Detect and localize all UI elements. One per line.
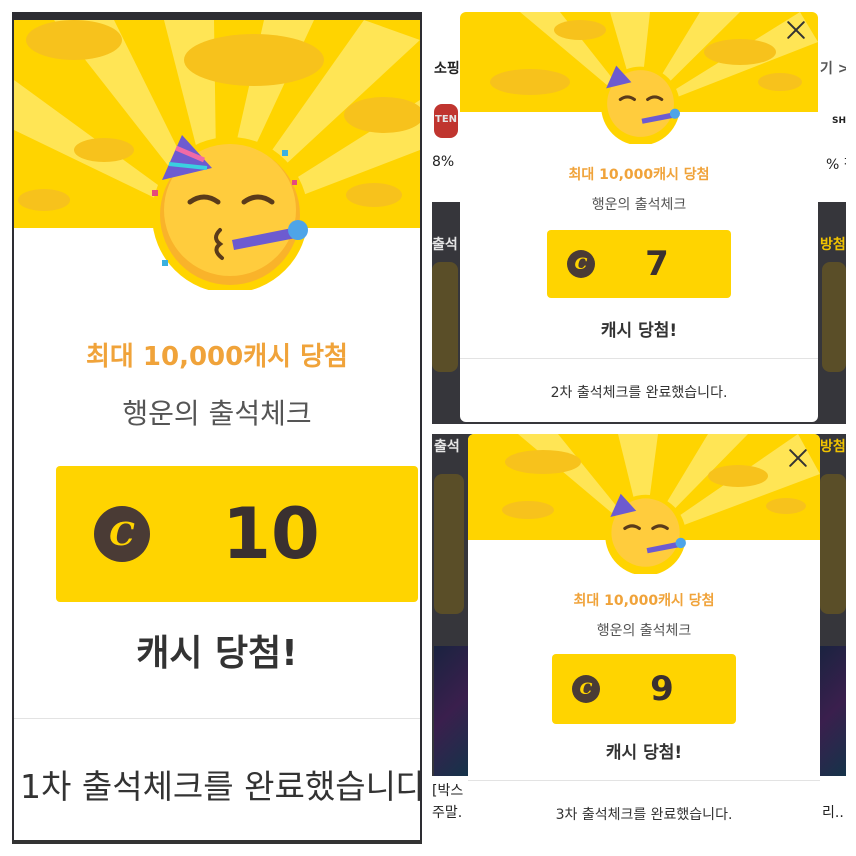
party-face-icon xyxy=(600,486,688,576)
modal-divider xyxy=(14,718,420,719)
modal-subtitle: 최대 10,000캐시 당첨 xyxy=(573,593,715,609)
bg-thumbnail-right xyxy=(820,646,846,776)
bg-yellow-card xyxy=(432,262,458,372)
bg-thumbnail-left xyxy=(434,646,468,776)
modal-title: 행운의 출석체크 xyxy=(596,623,692,639)
bg-lower-left: [박스 xyxy=(432,783,464,799)
screenshot-panel-2: 소핑 기 > TEN SH P 8% % 적 출석 방첨! xyxy=(432,12,846,424)
bg-badge-shop: SH P xyxy=(832,116,846,126)
win-label: 캐시 당첨! xyxy=(605,743,683,763)
cash-amount-box: C 9 xyxy=(552,654,736,724)
bg-yellow-card-right xyxy=(820,474,846,614)
cash-coin-icon: C xyxy=(567,250,595,278)
close-icon[interactable] xyxy=(784,444,812,472)
bg-yellow-card-right xyxy=(822,262,846,372)
bg-lower-right: 리.. xyxy=(822,805,844,821)
modal-divider xyxy=(468,780,820,781)
screenshot-panel-3: 출석 방첨! [박스 주말. 리.. xyxy=(432,434,846,844)
cash-amount: 10 xyxy=(222,493,320,575)
completion-message: 1차 출석체크를 완료했습니다. xyxy=(20,767,420,806)
bg-lower-left-2: 주말. xyxy=(432,805,463,821)
bg-mid-right: 방첨! xyxy=(820,237,846,253)
attendance-modal-3: 최대 10,000캐시 당첨 행운의 출석체크 C 9 캐시 당첨! 3차 출석… xyxy=(468,434,820,844)
modal-subtitle: 최대 10,000캐시 당첨 xyxy=(86,342,348,372)
modal-subtitle: 최대 10,000캐시 당첨 xyxy=(568,167,710,183)
cash-amount-box: C 7 xyxy=(547,230,731,298)
modal-title: 행운의 출석체크 xyxy=(122,397,312,430)
cash-coin-icon: C xyxy=(572,675,600,703)
bottom-strip xyxy=(12,840,422,844)
modal-divider xyxy=(460,358,818,359)
completion-message: 2차 출석체크를 완료했습니다. xyxy=(550,385,728,401)
close-icon[interactable] xyxy=(782,16,810,44)
cash-amount-box: C 10 xyxy=(56,466,418,602)
bg-mid-left: 출석 xyxy=(432,237,458,253)
modal-title: 행운의 출석체크 xyxy=(591,197,687,213)
bg-pct-left: 8% xyxy=(432,154,455,170)
bg-pct-right: % 적 xyxy=(826,157,846,173)
win-label: 캐시 당첨! xyxy=(600,321,678,341)
party-face-icon xyxy=(596,58,682,146)
attendance-modal-2: 최대 10,000캐시 당첨 행운의 출석체크 C 7 캐시 당첨! 2차 출석… xyxy=(460,12,818,422)
bg-badge-ten: TEN xyxy=(435,114,458,125)
attendance-modal-1: 최대 10,000캐시 당첨 행운의 출석체크 C 10 캐시 당첨! 1차 출… xyxy=(14,20,420,840)
bg-yellow-card xyxy=(434,474,464,614)
cash-coin-icon: C xyxy=(94,506,150,562)
bg-mid-left: 출석 xyxy=(434,439,460,455)
win-label: 캐시 당첨! xyxy=(136,633,298,674)
bg-mid-right: 방첨! xyxy=(820,439,846,455)
bg-label-more: 기 > xyxy=(820,61,846,77)
screenshot-panel-1: 최대 10,000캐시 당첨 행운의 출석체크 C 10 캐시 당첨! 1차 출… xyxy=(12,12,422,844)
bg-label-shop: 소핑 xyxy=(434,61,460,77)
completion-message: 3차 출석체크를 완료했습니다. xyxy=(555,807,733,823)
cash-amount: 7 xyxy=(645,244,669,284)
cash-amount: 9 xyxy=(650,669,674,709)
party-face-icon xyxy=(142,120,312,293)
